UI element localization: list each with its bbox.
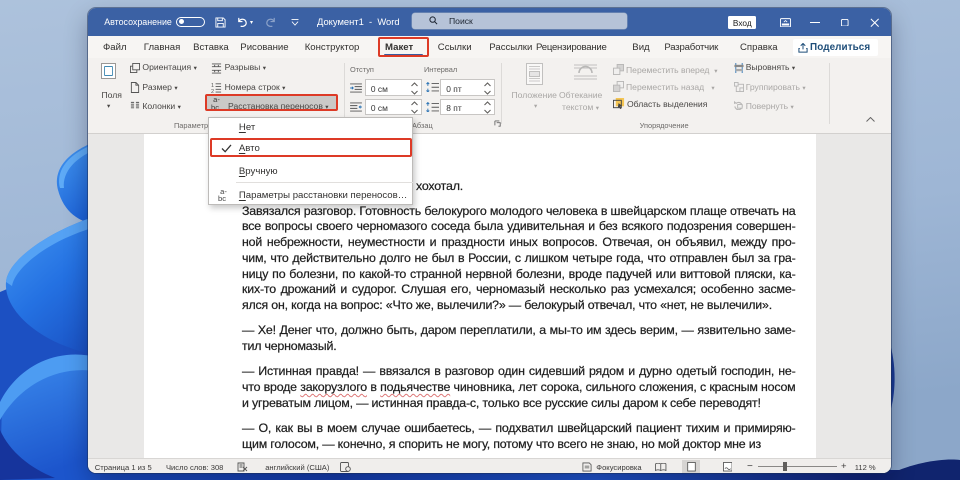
svg-text:2: 2 [211,89,214,93]
